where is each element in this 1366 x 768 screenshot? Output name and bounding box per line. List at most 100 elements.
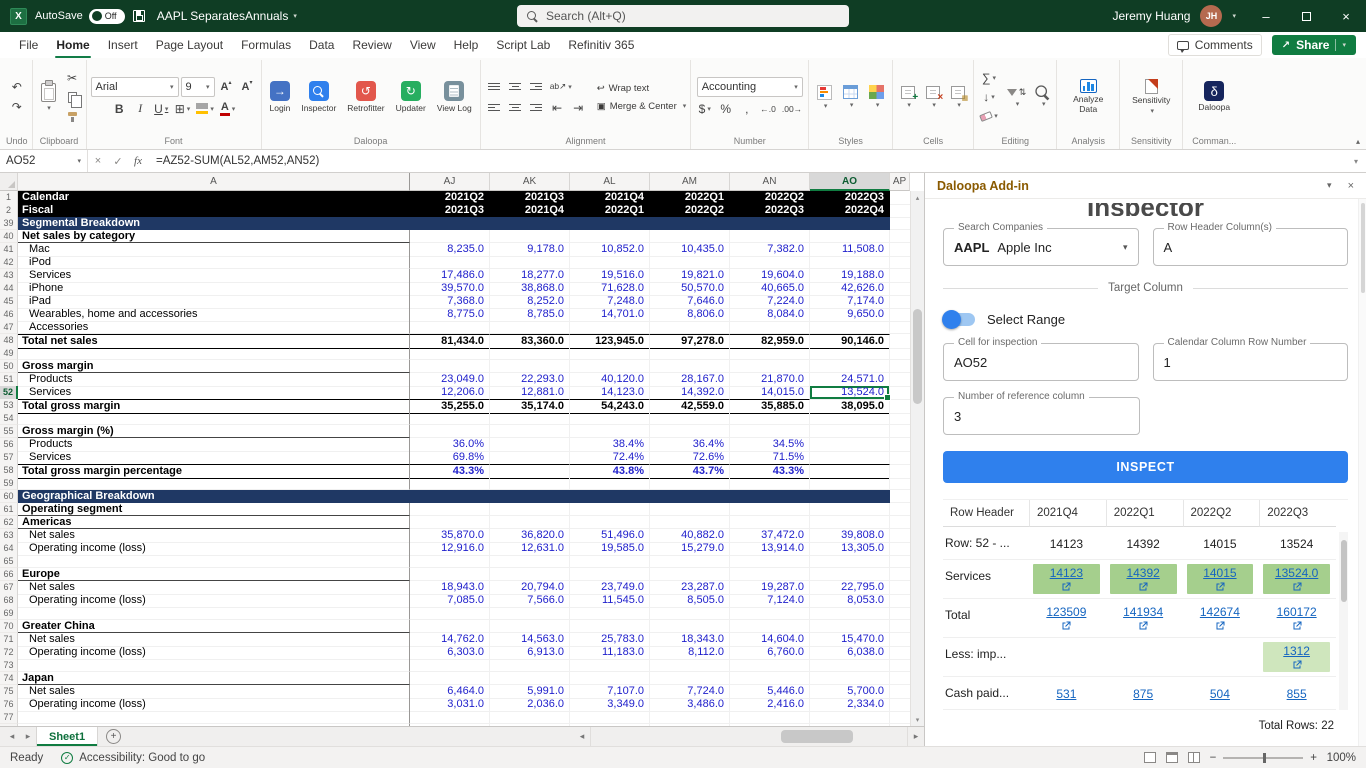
page-layout-view-button[interactable] — [1165, 752, 1178, 763]
row-header-49[interactable]: 49 — [0, 347, 18, 360]
source-link[interactable]: 123509 — [1046, 605, 1086, 619]
cell-AL61[interactable] — [570, 503, 650, 516]
cell-AK41[interactable]: 9,178.0 — [490, 243, 570, 257]
open-source-icon[interactable] — [1137, 620, 1149, 632]
cell-AJ56[interactable]: 36.0% — [410, 438, 490, 452]
cell-AO45[interactable]: 7,174.0 — [810, 295, 890, 309]
cell-A74[interactable]: Japan — [18, 672, 410, 685]
cell-AK69[interactable] — [490, 607, 570, 620]
cell-A59[interactable] — [18, 477, 410, 490]
cell-AK57[interactable] — [490, 451, 570, 465]
menu-tab-file[interactable]: File — [10, 32, 47, 58]
cell-AL72[interactable]: 11,183.0 — [570, 646, 650, 660]
cell-AJ46[interactable]: 8,775.0 — [410, 308, 490, 322]
ribbon-options-icon[interactable]: ▾ — [1232, 12, 1236, 20]
cell-AP65[interactable] — [890, 555, 910, 568]
cell-AO60[interactable] — [810, 490, 890, 503]
daloopa-retrofitter-button[interactable]: ↺ Retrofitter — [343, 79, 388, 115]
cell-AL64[interactable]: 19,585.0 — [570, 542, 650, 556]
cell-AK39[interactable] — [490, 217, 570, 230]
row-header-67[interactable]: 67 — [0, 581, 18, 595]
cell-A50[interactable]: Gross margin — [18, 360, 410, 373]
cell-AN71[interactable]: 14,604.0 — [730, 633, 810, 647]
row-header-54[interactable]: 54 — [0, 412, 18, 425]
cell-AM69[interactable] — [650, 607, 730, 620]
cell-AK61[interactable] — [490, 503, 570, 516]
company-dropdown-icon[interactable]: ▾ — [1123, 242, 1128, 253]
cell-A44[interactable]: iPhone — [18, 282, 410, 296]
cell-AJ45[interactable]: 7,368.0 — [410, 295, 490, 309]
cell-AO63[interactable]: 39,808.0 — [810, 529, 890, 543]
cell-AO75[interactable]: 5,700.0 — [810, 685, 890, 699]
cell-AO59[interactable] — [810, 477, 890, 490]
cell-A57[interactable]: Services — [18, 451, 410, 465]
cell-AO50[interactable] — [810, 360, 890, 373]
row-header-52[interactable]: 52 — [0, 386, 18, 400]
horizontal-scroll-thumb[interactable] — [780, 730, 853, 743]
copy-button[interactable] — [63, 88, 83, 108]
cell-AO46[interactable]: 9,650.0 — [810, 308, 890, 322]
cell-AN51[interactable]: 21,870.0 — [730, 373, 810, 387]
cell-AM76[interactable]: 3,486.0 — [650, 698, 730, 712]
user-name[interactable]: Jeremy Huang — [1112, 9, 1190, 23]
cell-AK2[interactable]: 2021Q4 — [490, 204, 570, 218]
cell-AJ75[interactable]: 6,464.0 — [410, 685, 490, 699]
conditional-formatting-button[interactable] — [813, 83, 836, 112]
column-header-AM[interactable]: AM — [650, 173, 730, 191]
column-header-AK[interactable]: AK — [490, 173, 570, 191]
cell-AK54[interactable] — [490, 412, 570, 425]
cell-AO74[interactable] — [810, 672, 890, 685]
row-header-66[interactable]: 66 — [0, 568, 18, 581]
cell-AM54[interactable] — [650, 412, 730, 425]
sort-filter-button[interactable]: ⇅ — [1003, 85, 1031, 110]
cell-AP56[interactable] — [890, 438, 910, 452]
cell-A1[interactable]: Calendar — [18, 191, 410, 205]
save-icon[interactable] — [132, 10, 145, 22]
cell-A46[interactable]: Wearables, home and accessories — [18, 308, 410, 322]
row-header-47[interactable]: 47 — [0, 321, 18, 334]
cell-AJ1[interactable]: 2021Q2 — [410, 191, 490, 205]
cell-AN40[interactable] — [730, 230, 810, 243]
cell-AK43[interactable]: 18,277.0 — [490, 269, 570, 283]
search-input[interactable]: Search (Alt+Q) — [517, 5, 849, 27]
cell-AO62[interactable] — [810, 516, 890, 529]
cell-AP47[interactable] — [890, 321, 910, 334]
cell-AN63[interactable]: 37,472.0 — [730, 529, 810, 543]
source-link[interactable]: 14392 — [1126, 566, 1159, 580]
cell-AM49[interactable] — [650, 347, 730, 360]
cell-AM52[interactable]: 14,392.0 — [650, 386, 730, 400]
cell-AO56[interactable] — [810, 438, 890, 452]
avatar[interactable]: JH — [1200, 5, 1223, 27]
cell-AO52[interactable]: 13,524.0 — [810, 386, 891, 400]
cell-AN66[interactable] — [730, 568, 810, 581]
cell-AL62[interactable] — [570, 516, 650, 529]
row-header-41[interactable]: 41 — [0, 243, 18, 257]
cell-AJ71[interactable]: 14,762.0 — [410, 633, 490, 647]
cell-AO43[interactable]: 19,188.0 — [810, 269, 890, 283]
zoom-out-button[interactable]: − — [1210, 752, 1217, 764]
page-break-view-button[interactable] — [1187, 752, 1200, 763]
cell-A60[interactable]: Geographical Breakdown — [18, 490, 410, 503]
column-header-A[interactable]: A — [18, 173, 410, 191]
cell-AL65[interactable] — [570, 555, 650, 568]
redo-button[interactable]: ↷ — [7, 98, 26, 116]
cell-AJ54[interactable] — [410, 412, 490, 425]
fill-button[interactable]: ↓ — [978, 88, 1000, 106]
cell-AP55[interactable] — [890, 425, 910, 438]
cell-AP63[interactable] — [890, 529, 910, 543]
source-link[interactable]: 504 — [1210, 687, 1230, 701]
cell-A45[interactable]: iPad — [18, 295, 410, 309]
cell-AN2[interactable]: 2022Q3 — [730, 204, 810, 218]
cell-AL44[interactable]: 71,628.0 — [570, 282, 650, 296]
cell-AL2[interactable]: 2022Q1 — [570, 204, 650, 218]
cell-AO44[interactable]: 42,626.0 — [810, 282, 890, 296]
row-header-57[interactable]: 57 — [0, 451, 18, 465]
source-link[interactable]: 14123 — [1050, 566, 1083, 580]
cell-AM46[interactable]: 8,806.0 — [650, 308, 730, 322]
cell-A51[interactable]: Products — [18, 373, 410, 387]
cell-inspection-field[interactable]: Cell for inspection AO52 — [943, 337, 1139, 381]
cell-AM72[interactable]: 8,112.0 — [650, 646, 730, 660]
cell-AJ62[interactable] — [410, 516, 490, 529]
align-middle-button[interactable] — [506, 78, 525, 96]
cell-AN76[interactable]: 2,416.0 — [730, 698, 810, 712]
